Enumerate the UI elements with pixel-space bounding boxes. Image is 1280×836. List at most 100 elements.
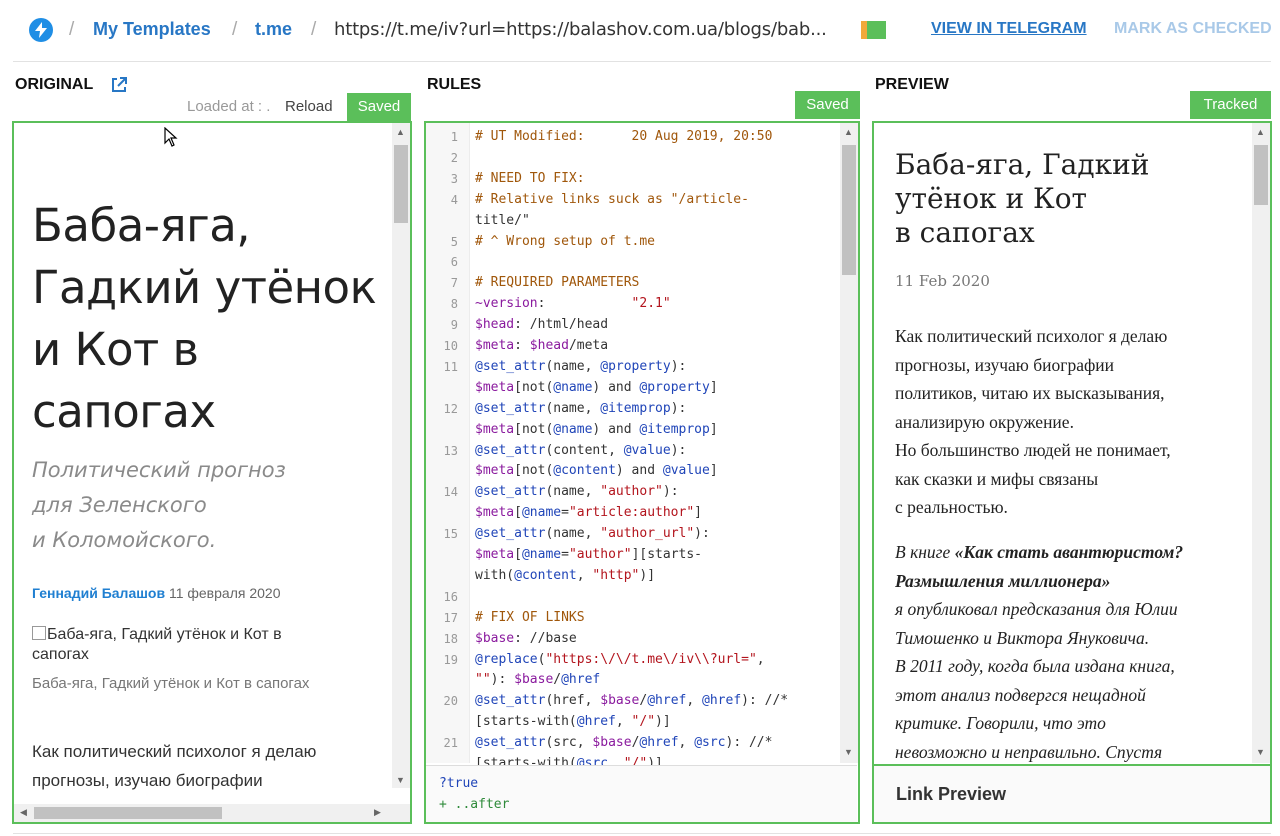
line-number: 13 bbox=[443, 443, 458, 458]
subtitle-line: Политический прогноз bbox=[32, 458, 286, 482]
line-number: 4 bbox=[450, 192, 458, 207]
line-number: 1 bbox=[450, 130, 458, 144]
line-number: 10 bbox=[443, 339, 458, 353]
para2-line: В книге «Как стать авантюристом? bbox=[895, 538, 1245, 567]
code-line[interactable]: $meta: $head/meta bbox=[475, 338, 608, 353]
divider bbox=[13, 61, 1271, 62]
broken-image-icon bbox=[32, 626, 46, 640]
code-line[interactable]: @set_attr(content, @value): bbox=[475, 443, 686, 458]
code-line[interactable]: # REQUIRED PARAMETERS bbox=[475, 275, 639, 290]
code-line[interactable]: with(@content, "http")] bbox=[475, 568, 655, 583]
code-line[interactable]: @set_attr(href, $base/@href, @href): //* bbox=[475, 693, 788, 708]
original-panel[interactable]: Баба-яга, Гадкий утёнок и Кот в сапогах … bbox=[12, 121, 412, 824]
code-line[interactable]: $base: //base bbox=[475, 631, 577, 646]
preview-paragraph-2: В книге «Как стать авантюристом? Размышл… bbox=[895, 538, 1245, 766]
line-number: 12 bbox=[443, 401, 458, 416]
para2-line: В 2011 году, когда была издана книга, bbox=[895, 656, 1175, 676]
scroll-up-arrow[interactable]: ▲ bbox=[1256, 127, 1265, 137]
para2-line: Тимошенко и Виктора Януковича. bbox=[895, 627, 1150, 648]
code-line[interactable]: @replace("https:\/\/t.me\/iv\\?url=", bbox=[475, 652, 765, 667]
code-line[interactable]: $meta[@name="article:author"] bbox=[475, 505, 702, 520]
code-line[interactable]: # Relative links suck as "/article- bbox=[475, 192, 749, 207]
scroll-up-arrow[interactable]: ▲ bbox=[396, 127, 405, 137]
code-line[interactable]: title/" bbox=[475, 213, 530, 228]
code-line[interactable]: @set_attr(name, @property): bbox=[475, 359, 686, 374]
image-alt-text: Баба-яга, Гадкий утёнок и Кот в сапогах bbox=[32, 626, 282, 663]
scroll-thumb[interactable] bbox=[394, 145, 408, 223]
code-line[interactable]: $meta[@name="author"][starts- bbox=[475, 547, 702, 562]
original-saved-badge: Saved bbox=[347, 93, 411, 121]
book-title: «Как стать авантюристом? bbox=[954, 542, 1184, 562]
scroll-down-arrow[interactable]: ▼ bbox=[396, 775, 405, 785]
scroll-thumb[interactable] bbox=[1254, 145, 1268, 205]
line-number: 9 bbox=[450, 318, 458, 333]
para1-line: с реальностью. bbox=[895, 497, 1008, 517]
rules-saved-badge: Saved bbox=[795, 91, 860, 119]
code-line[interactable]: # ^ Wrong setup of t.me bbox=[475, 234, 655, 249]
image-caption: Баба-яга, Гадкий утёнок и Кот в сапогах bbox=[32, 675, 310, 692]
scroll-up-arrow[interactable]: ▲ bbox=[844, 127, 853, 137]
scroll-down-arrow[interactable]: ▼ bbox=[844, 747, 853, 757]
para1-line: Но большинство людей не понимает, bbox=[895, 440, 1171, 460]
scroll-thumb[interactable] bbox=[842, 145, 856, 275]
bolt-icon[interactable] bbox=[29, 18, 53, 42]
code-line[interactable]: $meta[not(@name) and @property] bbox=[475, 380, 718, 395]
rules-vertical-scrollbar[interactable]: ▲ ▼ bbox=[840, 123, 858, 763]
scroll-left-arrow[interactable]: ◀ bbox=[20, 807, 27, 818]
top-bar: / My Templates / t.me / https://t.me/iv?… bbox=[0, 0, 1280, 60]
para2-line: невозможно и неправильно. Спустя bbox=[895, 741, 1163, 762]
para1-line: как сказки и мифы связаны bbox=[895, 468, 1099, 489]
preview-heading: PREVIEW bbox=[875, 76, 949, 93]
preview-vertical-scrollbar[interactable]: ▲ ▼ bbox=[1252, 123, 1270, 763]
line-number: 21 bbox=[443, 736, 458, 751]
preview-title: Баба-яга, Гадкий утёнок и Кот в сапогах bbox=[895, 148, 1215, 250]
code-line[interactable]: @set_attr(name, @itemprop): bbox=[475, 401, 686, 416]
line-number: 16 bbox=[443, 589, 458, 604]
line-number: 17 bbox=[443, 610, 458, 625]
article-date: 11 февраля 2020 bbox=[168, 585, 281, 601]
subtitle-line: для Зеленского bbox=[32, 493, 207, 517]
line-number: 11 bbox=[443, 359, 458, 374]
loaded-at-label: Loaded at : . bbox=[187, 98, 271, 115]
external-link-icon[interactable] bbox=[110, 76, 128, 99]
code-line[interactable]: ""): $base/@href bbox=[475, 672, 600, 687]
code-line[interactable]: @set_attr(name, "author"): bbox=[475, 484, 679, 499]
view-in-telegram-link[interactable]: VIEW IN TELEGRAM bbox=[931, 20, 1087, 38]
status-swatch-green bbox=[867, 21, 886, 39]
rules-footer[interactable]: ?true + ..after bbox=[426, 765, 857, 822]
code-line[interactable]: [starts-with(@href, "/")] bbox=[475, 714, 671, 729]
para1-line: анализирую окружение. bbox=[895, 411, 1074, 432]
scroll-thumb[interactable] bbox=[34, 807, 222, 819]
code-line[interactable]: # NEED TO FIX: bbox=[475, 171, 585, 186]
para2-line: этот анализ подвергся нещадной bbox=[895, 684, 1146, 705]
code-line[interactable]: $head: /html/head bbox=[475, 317, 608, 332]
line-number: 2 bbox=[450, 150, 458, 165]
link-preview-bar[interactable]: Link Preview bbox=[874, 764, 1270, 822]
preview-paragraph-1: Как политический психолог я делаю прогноз… bbox=[895, 322, 1245, 522]
author-link[interactable]: Геннадий Балашов bbox=[32, 585, 165, 601]
code-editor[interactable]: 1 # UT Modified: 20 Aug 2019, 20:50 2 3 # NE… bbox=[426, 123, 841, 771]
code-line[interactable]: $meta[not(@content) and @value] bbox=[475, 463, 718, 478]
original-heading: ORIGINAL bbox=[15, 76, 94, 93]
link-preview-label: Link Preview bbox=[896, 784, 1007, 804]
scroll-down-arrow[interactable]: ▼ bbox=[1256, 747, 1265, 757]
rules-panel[interactable]: 1 # UT Modified: 20 Aug 2019, 20:50 2 3 # NE… bbox=[424, 121, 860, 824]
line-number: 6 bbox=[450, 255, 458, 270]
reload-link[interactable]: Reload bbox=[285, 98, 333, 115]
line-number: 5 bbox=[450, 234, 458, 249]
breadcrumb-site[interactable]: t.me bbox=[255, 19, 292, 40]
code-line[interactable]: # FIX OF LINKS bbox=[475, 610, 585, 625]
original-vertical-scrollbar[interactable]: ▲ ▼ bbox=[392, 123, 410, 788]
preview-panel[interactable]: Баба-яга, Гадкий утёнок и Кот в сапогах … bbox=[872, 121, 1272, 824]
original-horizontal-scrollbar[interactable]: ◀ ▶ bbox=[14, 804, 410, 822]
scroll-right-arrow[interactable]: ▶ bbox=[374, 807, 381, 818]
code-line[interactable]: ~version: "2.1" bbox=[475, 296, 671, 311]
code-line[interactable]: @set_attr(name, "author_url"): bbox=[475, 526, 710, 541]
code-line[interactable]: # UT Modified: 20 Aug 2019, 20:50 bbox=[475, 129, 772, 144]
code-line[interactable]: @set_attr(src, $base/@href, @src): //* bbox=[475, 735, 772, 750]
breadcrumb-my-templates[interactable]: My Templates bbox=[93, 19, 211, 40]
preview-date: 11 Feb 2020 bbox=[895, 272, 990, 290]
mark-as-checked-link[interactable]: MARK AS CHECKED bbox=[1114, 20, 1272, 38]
para2-prefix: В книге bbox=[895, 542, 955, 562]
code-line[interactable]: $meta[not(@name) and @itemprop] bbox=[475, 422, 718, 437]
